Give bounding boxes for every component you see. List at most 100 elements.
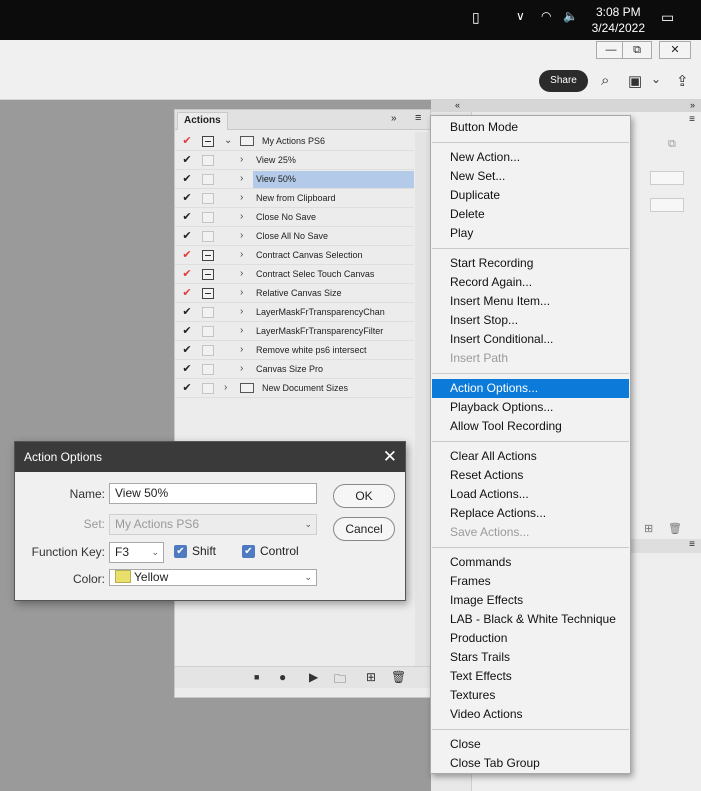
menu-item[interactable]: Stars Trails — [432, 648, 629, 667]
dialog-toggle[interactable] — [202, 231, 214, 242]
menu-item[interactable]: Load Actions... — [432, 485, 629, 504]
opacity-field[interactable] — [650, 171, 684, 185]
menu-item[interactable]: Replace Actions... — [432, 504, 629, 523]
dialog-toggle[interactable] — [202, 383, 214, 394]
menu-item[interactable]: Reset Actions — [432, 466, 629, 485]
dialog-toggle[interactable] — [202, 136, 214, 147]
chevron-right-icon[interactable]: › — [240, 170, 243, 188]
color-select[interactable]: Yellow ⌄ — [109, 569, 317, 586]
menu-item[interactable]: Delete — [432, 205, 629, 224]
menu-item[interactable]: Text Effects — [432, 667, 629, 686]
menu-item[interactable]: New Action... — [432, 148, 629, 167]
new-set-folder-icon[interactable]: 🗀 — [334, 670, 346, 691]
play-icon[interactable]: ▶ — [309, 670, 318, 684]
menu-item[interactable]: Record Again... — [432, 273, 629, 292]
menu-item[interactable]: Close — [432, 735, 629, 754]
cancel-button[interactable]: Cancel — [333, 517, 395, 541]
menu-item[interactable]: Textures — [432, 686, 629, 705]
close-icon[interactable]: ✕ — [383, 442, 397, 472]
action-row[interactable]: ✔ › View 50% — [175, 170, 414, 189]
menu-item[interactable]: Action Options... — [432, 379, 629, 398]
action-name-input[interactable]: View 50% — [109, 483, 317, 504]
stop-icon[interactable]: ■ — [254, 672, 259, 682]
action-row[interactable]: ✔ › New from Clipboard — [175, 189, 414, 208]
trash-icon[interactable]: 🗑 — [668, 522, 682, 535]
close-window-button[interactable]: ✕ — [659, 41, 691, 59]
action-row[interactable]: ✔ › Remove white ps6 intersect — [175, 341, 414, 360]
toggle-check-icon[interactable]: ✔ — [181, 151, 193, 169]
dialog-toggle[interactable] — [202, 307, 214, 318]
notification-icon[interactable]: ▭ — [661, 9, 674, 26]
dialog-toggle[interactable] — [202, 364, 214, 375]
menu-item[interactable]: Clear All Actions — [432, 447, 629, 466]
action-row[interactable]: ✔ › LayerMaskFrTransparencyFilter — [175, 322, 414, 341]
shift-checkbox[interactable]: ✔ — [174, 545, 187, 558]
menu-item[interactable]: Insert Menu Item... — [432, 292, 629, 311]
action-row[interactable]: ✔ › View 25% — [175, 151, 414, 170]
dialog-toggle[interactable] — [202, 288, 214, 299]
menu-item[interactable]: Production — [432, 629, 629, 648]
chevron-down-icon[interactable]: ⌄ — [224, 132, 232, 150]
dialog-toggle[interactable] — [202, 212, 214, 223]
action-row[interactable]: ✔ › Close No Save — [175, 208, 414, 227]
system-clock[interactable]: 3:08 PM 3/24/2022 — [592, 4, 645, 36]
chevron-right-icon[interactable]: › — [240, 322, 243, 340]
actions-scrollbar[interactable] — [415, 132, 429, 672]
dialog-toggle[interactable] — [202, 155, 214, 166]
delete-icon[interactable]: 🗑 — [391, 670, 406, 684]
ok-button[interactable]: OK — [333, 484, 395, 508]
chevron-right-icon[interactable]: › — [240, 265, 243, 283]
toggle-check-icon[interactable]: ✔ — [181, 132, 193, 150]
panel-menu-icon[interactable]: ≡ — [415, 112, 421, 124]
chevron-right-icon[interactable]: › — [240, 284, 243, 302]
chevron-right-icon[interactable]: › — [240, 303, 243, 321]
menu-item[interactable]: Insert Stop... — [432, 311, 629, 330]
chevron-up-icon[interactable]: ∨ — [516, 9, 525, 23]
dialog-toggle[interactable] — [202, 250, 214, 261]
toggle-check-icon[interactable]: ✔ — [181, 170, 193, 188]
toggle-check-icon[interactable]: ✔ — [181, 208, 193, 226]
upload-icon[interactable]: ⇪ — [676, 72, 689, 90]
menu-item[interactable]: Start Recording — [432, 254, 629, 273]
toggle-check-icon[interactable]: ✔ — [181, 341, 193, 359]
volume-icon[interactable]: 🔈 — [563, 9, 578, 23]
toggle-check-icon[interactable]: ✔ — [181, 227, 193, 245]
chevron-right-icon[interactable]: › — [240, 360, 243, 378]
toggle-check-icon[interactable]: ✔ — [181, 265, 193, 283]
new-layer-icon[interactable]: ⊞ — [644, 522, 653, 535]
dialog-toggle[interactable] — [202, 326, 214, 337]
toggle-check-icon[interactable]: ✔ — [181, 189, 193, 207]
chevron-right-icon[interactable]: › — [240, 246, 243, 264]
menu-item[interactable]: New Set... — [432, 167, 629, 186]
toggle-check-icon[interactable]: ✔ — [181, 246, 193, 264]
action-row[interactable]: ✔ › LayerMaskFrTransparencyChan — [175, 303, 414, 322]
menu-item[interactable]: Frames — [432, 572, 629, 591]
panel-menu-icon[interactable]: ≡ — [689, 114, 695, 125]
collapse-left-icon[interactable]: « — [455, 100, 460, 110]
menu-item[interactable]: LAB - Black & White Technique — [432, 610, 629, 629]
action-row[interactable]: ✔ › Canvas Size Pro — [175, 360, 414, 379]
menu-item[interactable]: Image Effects — [432, 591, 629, 610]
menu-item[interactable]: Allow Tool Recording — [432, 417, 629, 436]
restore-button[interactable]: ⧉ — [622, 41, 652, 59]
dialog-toggle[interactable] — [202, 345, 214, 356]
menu-item[interactable]: Commands — [432, 553, 629, 572]
chevron-right-icon[interactable]: › — [240, 227, 243, 245]
action-row[interactable]: ✔ › Relative Canvas Size — [175, 284, 414, 303]
action-row[interactable]: ✔ › Contract Canvas Selection — [175, 246, 414, 265]
chevron-right-icon[interactable]: › — [240, 208, 243, 226]
menu-item[interactable]: Button Mode — [432, 118, 629, 137]
toggle-check-icon[interactable]: ✔ — [181, 303, 193, 321]
toggle-check-icon[interactable]: ✔ — [181, 284, 193, 302]
menu-item[interactable]: Close Tab Group — [432, 754, 629, 773]
dialog-toggle[interactable] — [202, 193, 214, 204]
new-action-icon[interactable]: ⊞ — [366, 670, 376, 684]
toggle-check-icon[interactable]: ✔ — [181, 379, 193, 397]
panel-menu-icon[interactable]: ≡ — [689, 539, 695, 550]
usb-device-icon[interactable]: ▯ — [472, 9, 480, 26]
share-button[interactable]: Share — [539, 70, 588, 92]
function-key-select[interactable]: F3 ⌄ — [109, 542, 164, 563]
action-set-row[interactable]: ✔ › New Document Sizes — [175, 379, 414, 398]
menu-item[interactable]: Playback Options... — [432, 398, 629, 417]
dialog-toggle[interactable] — [202, 174, 214, 185]
